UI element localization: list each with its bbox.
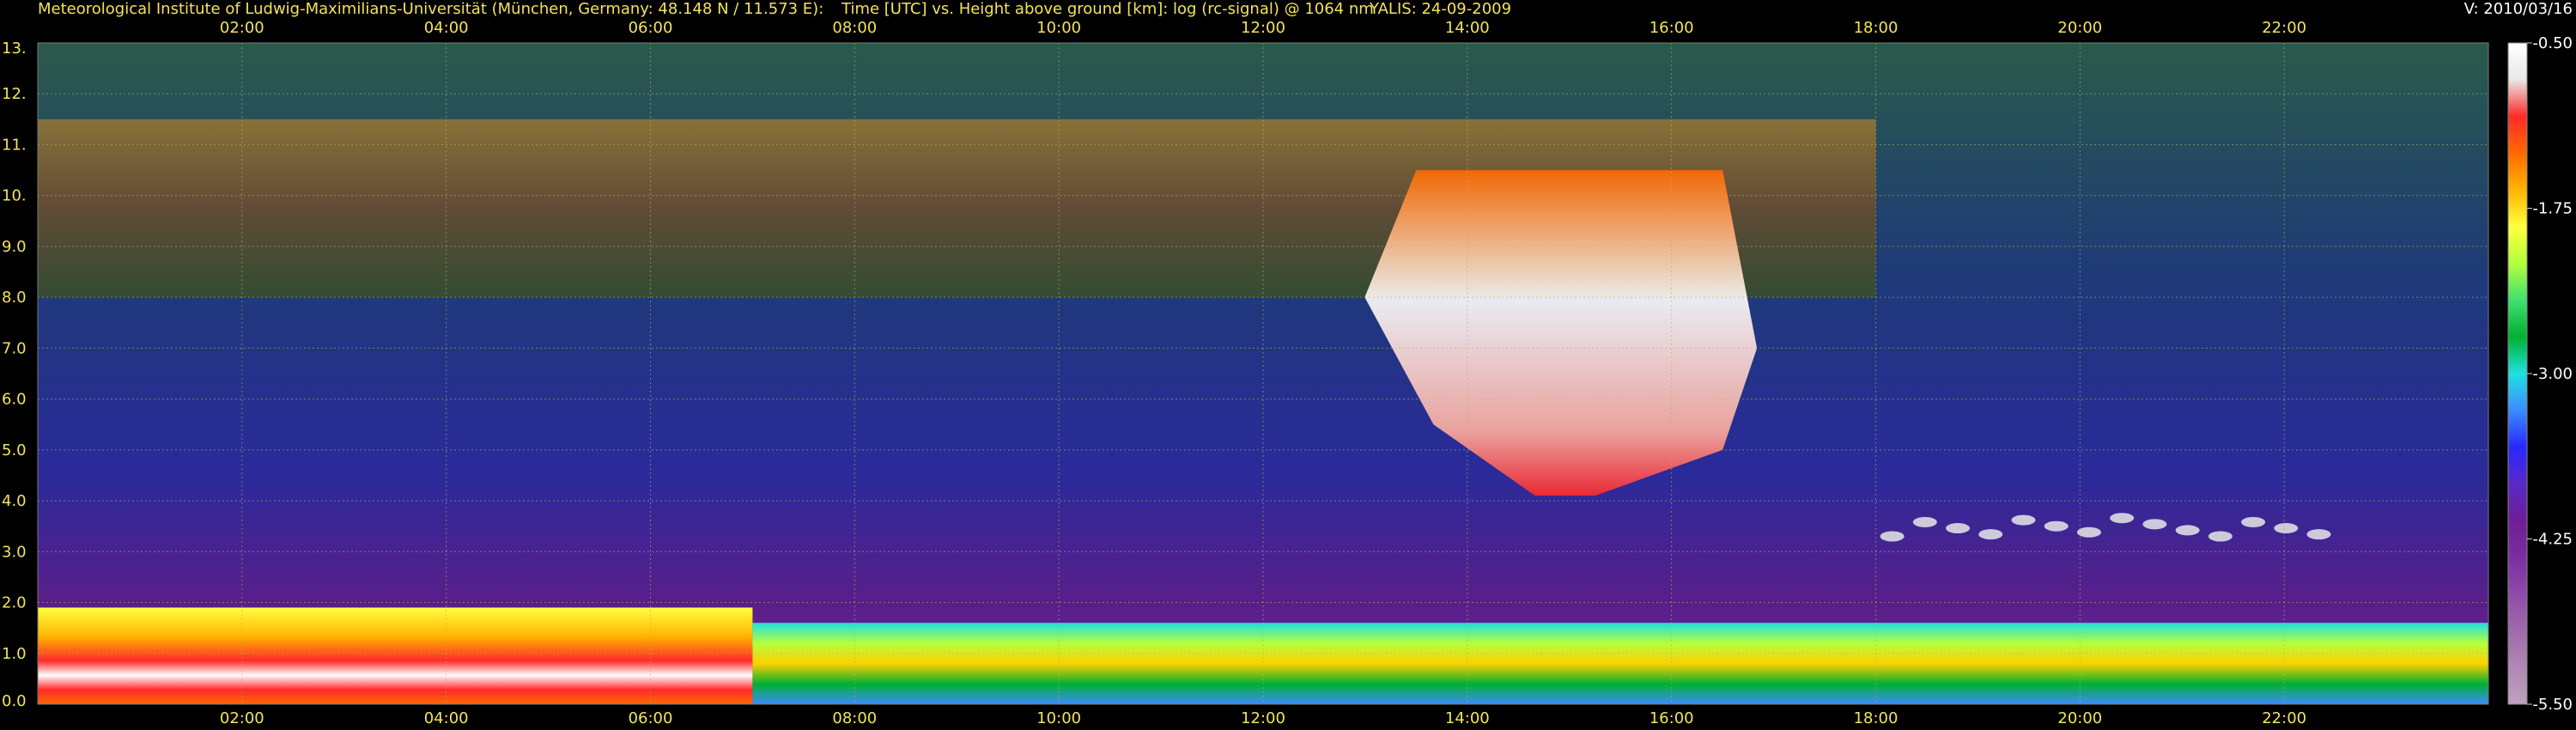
y-tick-10.: 10. xyxy=(2,187,27,205)
feature-boundary-layer-aerosol xyxy=(752,623,2488,704)
y-tick-12.: 12. xyxy=(2,85,27,103)
x-tick-bottom-12:00: 12:00 xyxy=(1241,709,1285,727)
y-tick-7.0: 7.0 xyxy=(2,339,27,357)
feature-low-clouds-6 xyxy=(2076,526,2101,538)
colorbar-label--3.00: -3.00 xyxy=(2532,365,2573,383)
feature-low-clouds-8 xyxy=(2142,519,2167,530)
lidar-heatmap-chart: 02:00 02:00 04:00 04:00 06:00 06:00 08:00 08:00… xyxy=(2,19,2573,727)
x-tick-top-02:00: 02:00 xyxy=(220,19,264,37)
x-tick-bottom-02:00: 02:00 xyxy=(220,709,264,727)
y-tick-13.: 13. xyxy=(2,40,27,58)
colorbar-label--5.50: -5.50 xyxy=(2532,696,2573,714)
y-tick-6.0: 6.0 xyxy=(2,391,27,409)
y-tick-5.0: 5.0 xyxy=(2,441,27,459)
x-tick-top-06:00: 06:00 xyxy=(629,19,673,37)
x-tick-bottom-14:00: 14:00 xyxy=(1445,709,1490,727)
x-tick-bottom-22:00: 22:00 xyxy=(2262,709,2306,727)
y-tick-9.0: 9.0 xyxy=(2,238,27,256)
feature-low-clouds-11 xyxy=(2241,516,2266,527)
x-tick-bottom-10:00: 10:00 xyxy=(1036,709,1081,727)
x-tick-bottom-08:00: 08:00 xyxy=(832,709,877,727)
x-tick-bottom-16:00: 16:00 xyxy=(1649,709,1694,727)
x-tick-top-20:00: 20:00 xyxy=(2057,19,2102,37)
y-tick-1.0: 1.0 xyxy=(2,645,27,663)
x-tick-top-16:00: 16:00 xyxy=(1649,19,1694,37)
y-tick-3.0: 3.0 xyxy=(2,543,27,561)
y-tick-0.0: 0.0 xyxy=(2,692,27,710)
feature-low-clouds-9 xyxy=(2175,525,2200,536)
y-tick-11.: 11. xyxy=(2,136,27,154)
x-tick-bottom-06:00: 06:00 xyxy=(629,709,673,727)
y-tick-2.0: 2.0 xyxy=(2,594,27,612)
y-tick-8.0: 8.0 xyxy=(2,289,27,307)
colorbar-label--0.50: -0.50 xyxy=(2532,34,2573,52)
feature-low-clouds-3 xyxy=(1978,529,2003,540)
x-tick-top-14:00: 14:00 xyxy=(1445,19,1490,37)
colorbar-label--4.25: -4.25 xyxy=(2532,531,2573,549)
feature-low-clouds-12 xyxy=(2274,523,2299,534)
feature-low-clouds-0 xyxy=(1880,531,1905,542)
x-tick-top-10:00: 10:00 xyxy=(1036,19,1081,37)
feature-boundary-layer-aerosol-high-signal xyxy=(38,607,753,704)
feature-low-clouds-1 xyxy=(1912,516,1937,527)
feature-low-clouds-4 xyxy=(2011,514,2036,526)
x-tick-top-18:00: 18:00 xyxy=(1854,19,1899,37)
x-tick-bottom-20:00: 20:00 xyxy=(2057,709,2102,727)
feature-low-clouds-13 xyxy=(2306,529,2331,540)
x-tick-bottom-04:00: 04:00 xyxy=(424,709,469,727)
feature-low-clouds-2 xyxy=(1946,523,1971,534)
colorbar: -0.50 -1.75 -3.00 -4.25 -5.50 xyxy=(2507,34,2573,714)
feature-low-clouds-7 xyxy=(2110,513,2135,524)
colorbar-label--1.75: -1.75 xyxy=(2532,200,2573,218)
x-tick-top-04:00: 04:00 xyxy=(424,19,469,37)
y-tick-4.0: 4.0 xyxy=(2,492,27,510)
x-tick-top-08:00: 08:00 xyxy=(832,19,877,37)
x-tick-bottom-18:00: 18:00 xyxy=(1854,709,1899,727)
colorbar-bar xyxy=(2507,42,2528,705)
x-tick-top-22:00: 22:00 xyxy=(2262,19,2306,37)
feature-low-clouds-5 xyxy=(2044,520,2069,532)
x-tick-top-12:00: 12:00 xyxy=(1241,19,1285,37)
feature-low-clouds-10 xyxy=(2208,531,2233,542)
